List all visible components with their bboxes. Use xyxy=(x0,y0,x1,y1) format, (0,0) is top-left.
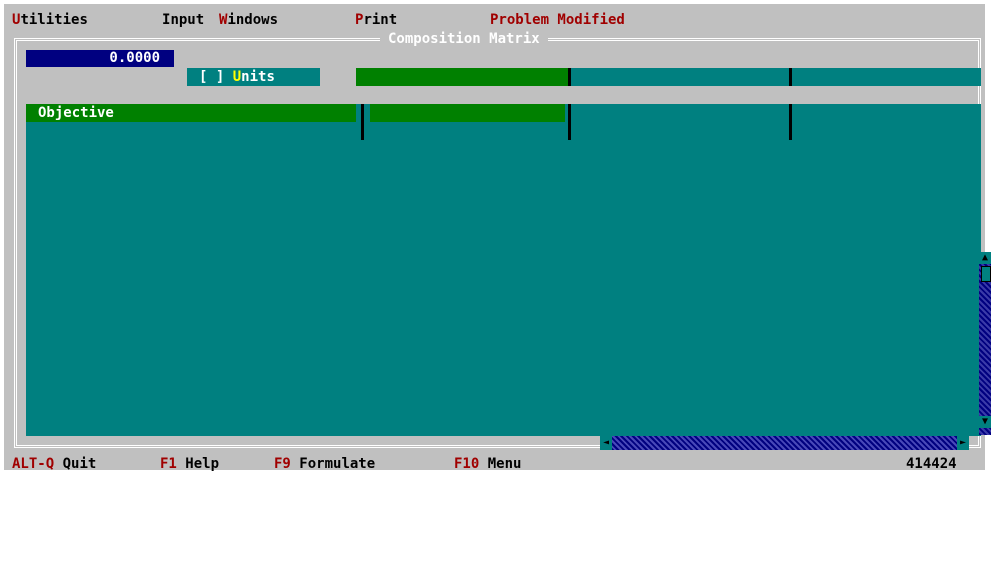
f1-key: F1 xyxy=(160,456,177,472)
units-checkbox: [ ] xyxy=(199,69,225,85)
column-separator xyxy=(789,104,792,140)
f9-label: Formulate xyxy=(299,456,376,472)
f9-key: F9 xyxy=(274,456,291,472)
menu-windows[interactable]: Windows xyxy=(219,10,278,30)
window-title: Composition Matrix xyxy=(380,30,548,48)
scroll-down-icon[interactable]: ▼ xyxy=(979,416,991,428)
menu-bar: Utilities Input Windows Print Problem Mo… xyxy=(12,10,962,30)
horizontal-scrollbar[interactable] xyxy=(600,436,969,450)
f9-shortcut[interactable]: F9 Formulate xyxy=(274,454,375,474)
units-toggle[interactable]: [ ] Units xyxy=(187,68,320,86)
column-header-area[interactable] xyxy=(569,68,981,86)
status-bar: ALT-Q Quit F1 Help F9 Formulate F10 Menu… xyxy=(12,454,980,474)
f1-shortcut[interactable]: F1 Help xyxy=(160,454,219,474)
menu-print-label: rint xyxy=(363,12,398,28)
menu-print[interactable]: Print xyxy=(355,10,397,30)
scroll-left-icon[interactable]: ◄ xyxy=(600,436,612,450)
column-separator xyxy=(789,68,792,86)
column-separator xyxy=(568,68,571,86)
menu-windows-label: indows xyxy=(227,12,279,28)
column-separator xyxy=(568,104,571,140)
menu-utilities[interactable]: Utilities xyxy=(12,10,88,30)
memory-readout: 414424 xyxy=(906,456,957,472)
altq-key: ALT-Q xyxy=(12,456,55,472)
scroll-up-icon[interactable]: ▲ xyxy=(979,252,991,264)
matrix-grid[interactable] xyxy=(26,104,981,436)
f10-shortcut[interactable]: F10 Menu xyxy=(454,454,521,474)
f10-label: Menu xyxy=(487,456,522,472)
objective-cell[interactable] xyxy=(370,104,565,122)
altq-shortcut[interactable]: ALT-Q Quit xyxy=(12,454,96,474)
vertical-scroll-thumb[interactable] xyxy=(981,266,991,282)
problem-status: Problem Modified xyxy=(490,12,625,28)
menu-input[interactable]: Input xyxy=(162,10,204,30)
scroll-right-icon[interactable]: ► xyxy=(957,436,969,450)
f1-label: Help xyxy=(185,456,220,472)
column-header-selected[interactable] xyxy=(356,68,569,86)
menu-utilities-label: tilities xyxy=(20,12,88,28)
f10-key: F10 xyxy=(454,456,480,472)
current-value-field[interactable]: 0.0000 xyxy=(26,50,174,67)
altq-label: Quit xyxy=(62,456,97,472)
units-hotkey: U xyxy=(232,69,242,85)
menu-input-label: nput xyxy=(170,12,205,28)
units-label: nits xyxy=(241,69,275,85)
row-label-objective[interactable]: Objective xyxy=(26,104,356,122)
column-separator xyxy=(361,104,364,140)
